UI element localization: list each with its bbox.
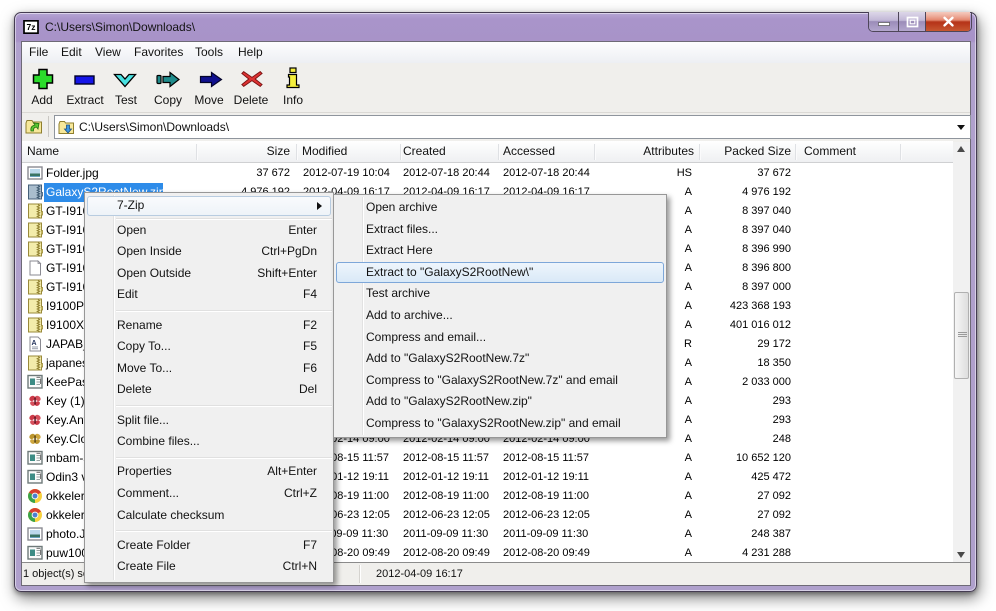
svg-text:A: A: [31, 340, 36, 347]
svg-text:7z: 7z: [27, 22, 36, 32]
